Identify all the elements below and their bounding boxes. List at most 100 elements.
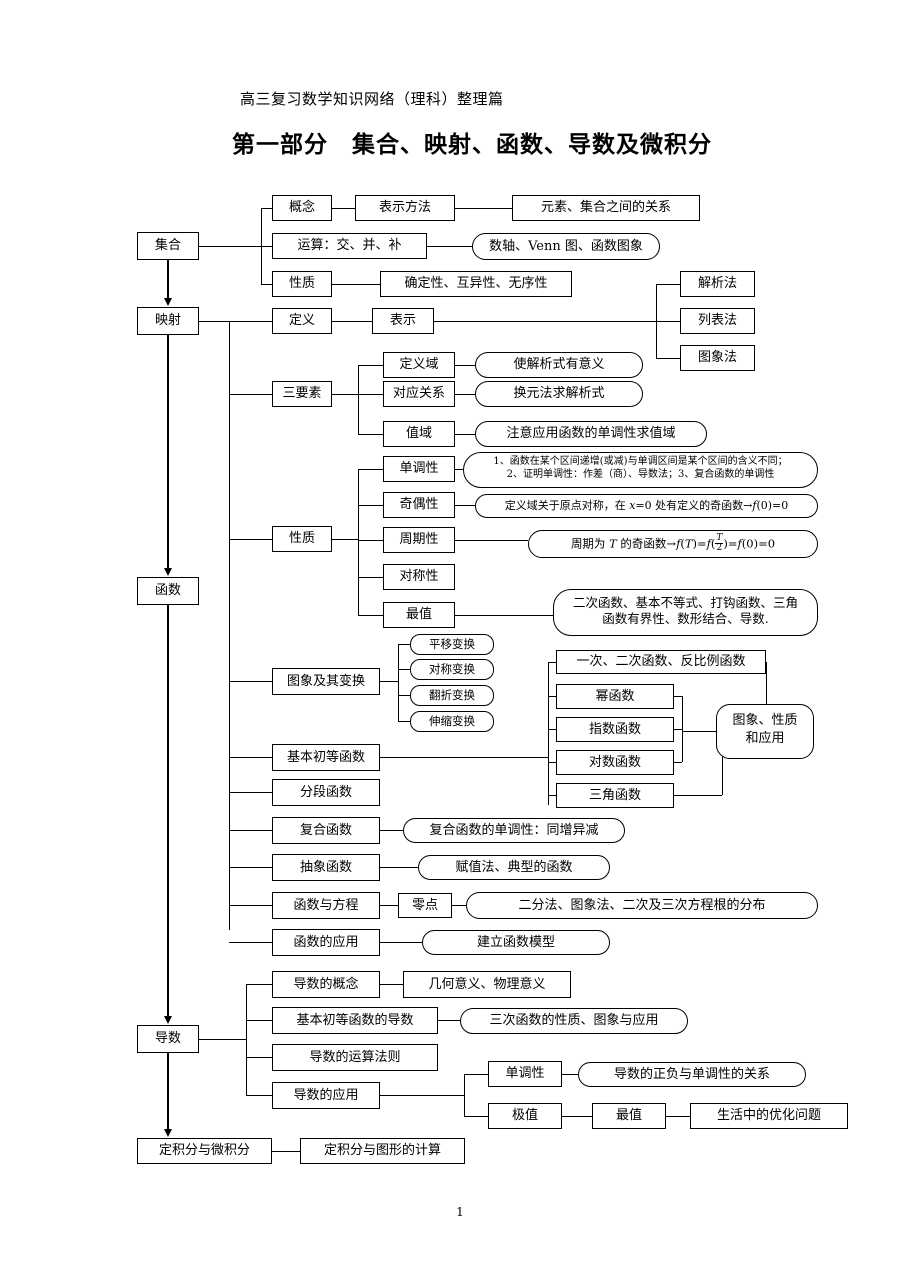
- connector-to-monotonic: [358, 469, 383, 470]
- node-monotonicity: 单调性: [383, 456, 455, 482]
- node-method-graph: 图象法: [680, 345, 755, 371]
- node-method-analytic: 解析法: [680, 271, 755, 297]
- node-function-properties: 性质: [272, 526, 332, 552]
- connector-period-detail: [455, 540, 528, 541]
- connector-function-to-equation: [229, 905, 272, 906]
- spine-node-set: 集合: [137, 232, 199, 260]
- connector-maxmin-to-optimize: [666, 1116, 690, 1117]
- node-optimization-problem: 生活中的优化问题: [690, 1103, 848, 1129]
- node-set-element-relation: 元素、集合之间的关系: [512, 195, 700, 221]
- node-monotonicity-detail: 1、函数在某个区间递增(或减)与单调区间是某个区间的含义不同； 2、证明单调性：…: [463, 452, 818, 488]
- connector-composite-detail: [380, 830, 403, 831]
- connector-trigonometric-right: [674, 795, 722, 796]
- connector-function-to-piecewise: [229, 792, 272, 793]
- connector-concept-to-representation: [332, 208, 355, 209]
- connector-set-to-operation: [261, 246, 272, 247]
- node-parity: 奇偶性: [383, 492, 455, 518]
- connector-to-linear-quadratic: [548, 662, 556, 663]
- node-domain: 定义域: [383, 352, 455, 378]
- connector-domain-detail: [455, 365, 475, 366]
- connector-zero-to-detail: [452, 905, 466, 906]
- node-stretch-transform: 伸缩变换: [410, 711, 494, 732]
- connector-method-table: [656, 321, 680, 322]
- arrow-head-derivative: [164, 1016, 172, 1024]
- node-derivative-monotonicity-detail: 导数的正负与单调性的关系: [578, 1062, 806, 1087]
- knowledge-network-page: 高三复习数学知识网络（理科）整理篇 第一部分 集合、映射、函数、导数及微积分 1…: [0, 0, 920, 1274]
- node-zero-point: 零点: [398, 893, 452, 918]
- node-periodicity: 周期性: [383, 527, 455, 553]
- connector-representation-to-relation: [455, 208, 512, 209]
- node-logarithmic-function: 对数函数: [556, 750, 674, 775]
- node-trigonometric-function: 三角函数: [556, 783, 674, 808]
- connector-property-to-detail: [332, 284, 380, 285]
- arrow-head-function: [164, 568, 172, 576]
- connector-to-domain: [358, 365, 383, 366]
- node-translate-transform: 平移变换: [410, 634, 494, 655]
- node-function-equation: 函数与方程: [272, 892, 380, 919]
- node-linear-quadratic-inverse: 一次、二次函数、反比例函数: [556, 650, 766, 674]
- node-integral-detail: 定积分与图形的计算: [300, 1138, 465, 1164]
- connector-equation-to-zero: [380, 905, 398, 906]
- node-mapping-definition: 定义: [272, 308, 332, 334]
- summary-line2: 和应用: [745, 730, 785, 746]
- node-range: 值域: [383, 421, 455, 447]
- node-composite-function: 复合函数: [272, 817, 380, 844]
- spine-node-derivative: 导数: [137, 1025, 199, 1053]
- node-range-detail: 注意应用函数的单调性求值域: [475, 421, 707, 447]
- spine-node-integral: 定积分与微积分: [137, 1138, 272, 1164]
- extremum-detail-line1: 二次函数、基本不等式、打钩函数、三角: [572, 595, 798, 610]
- page-title: 第一部分 集合、映射、函数、导数及微积分: [232, 131, 712, 158]
- connector-derivative-concept-detail: [380, 984, 403, 985]
- connector-derivative-stem: [199, 1039, 246, 1040]
- connector-to-trigonometric: [548, 795, 556, 796]
- node-mapping-representation: 表示: [372, 308, 434, 334]
- connector-properties-stem: [332, 539, 358, 540]
- connector-mapping-bus: [229, 321, 230, 930]
- connector-extremum-to-maxmin: [562, 1116, 592, 1117]
- node-abstract-detail: 赋值法、典型的函数: [418, 855, 610, 880]
- node-elementary-derivative: 基本初等函数的导数: [272, 1007, 438, 1034]
- connector-representation-to-methods: [434, 321, 656, 322]
- connector-set-to-concept: [261, 208, 272, 209]
- connector-to-exponential: [548, 729, 556, 730]
- connector-derivative-bus: [246, 984, 247, 1095]
- node-three-elements: 三要素: [272, 381, 332, 407]
- node-elementary-functions: 基本初等函数: [272, 744, 380, 771]
- node-exponential-function: 指数函数: [556, 717, 674, 742]
- connector-to-elementary-derivative: [246, 1020, 272, 1021]
- connector-parity-detail: [455, 505, 475, 506]
- connector-definition-to-representation: [332, 321, 372, 322]
- node-set-property-detail: 确定性、互异性、无序性: [380, 271, 572, 297]
- connector-elementary-bus: [548, 662, 549, 805]
- spine-node-mapping: 映射: [137, 307, 199, 335]
- connector-to-fold: [398, 695, 410, 696]
- node-fold-transform: 翻折变换: [410, 685, 494, 706]
- node-set-concept: 概念: [272, 195, 332, 221]
- connector-function-to-elementary: [229, 757, 272, 758]
- node-abstract-function: 抽象函数: [272, 854, 380, 881]
- connector-properties-bus: [358, 469, 359, 615]
- connector-three-elements-bus: [358, 365, 359, 434]
- spine-arrow-mapping-to-function: [167, 335, 169, 569]
- spine-arrow-derivative-to-integral: [167, 1053, 169, 1130]
- connector-extremum-detail: [455, 615, 553, 616]
- node-derivative-application: 导数的应用: [272, 1082, 380, 1109]
- summary-line1: 图象、性质: [732, 713, 798, 728]
- node-set-concept-representation: 表示方法: [355, 195, 455, 221]
- connector-function-to-composite: [229, 830, 272, 831]
- connector-function-to-three-elements: [229, 394, 272, 395]
- node-extremum-detail: 二次函数、基本不等式、打钩函数、三角 函数有界性、数形结合、导数.: [553, 589, 818, 636]
- connector-method-graph: [656, 358, 680, 359]
- connector-elementary-stem: [380, 757, 548, 758]
- connector-to-reflect: [398, 669, 410, 670]
- node-function-application: 函数的应用: [272, 929, 380, 956]
- connector-to-derivative-application: [246, 1095, 272, 1096]
- connector-monotonic-sub-detail: [562, 1074, 578, 1075]
- node-set-operation: 运算：交、并、补: [272, 233, 427, 259]
- connector-monotonic-detail: [455, 469, 463, 470]
- node-derivative-concept-detail: 几何意义、物理意义: [403, 971, 571, 998]
- connector-to-range: [358, 434, 383, 435]
- connector-three-elements-stem: [332, 394, 358, 395]
- node-extremum-property: 最值: [383, 602, 455, 628]
- connector-collector-to-summary: [682, 731, 716, 732]
